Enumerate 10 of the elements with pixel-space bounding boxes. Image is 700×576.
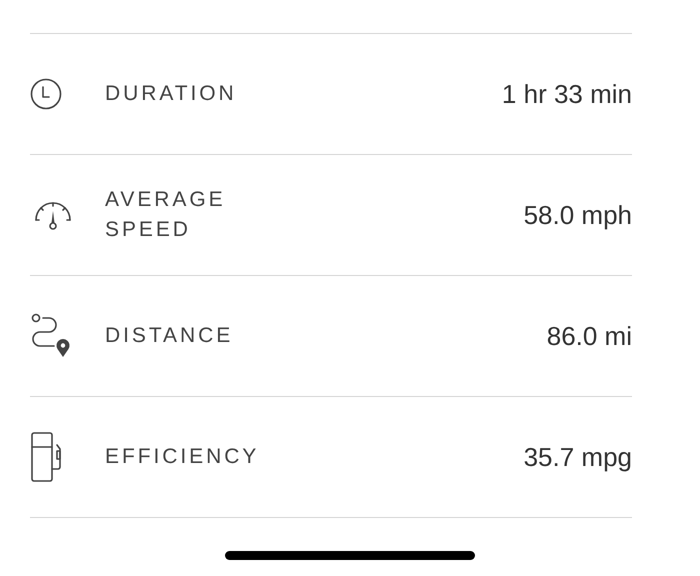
stat-label: DURATION (105, 81, 237, 107)
stat-label: AVERAGE SPEED (105, 187, 227, 243)
fuel-pump-icon (30, 431, 64, 483)
stat-label: DISTANCE (105, 323, 234, 349)
clock-icon (30, 78, 62, 110)
stat-value: 1 hr 33 min (502, 78, 632, 110)
stat-label: EFFICIENCY (105, 444, 260, 470)
stat-value: 86.0 mi (546, 320, 632, 352)
stat-value: 58.0 mph (524, 198, 632, 232)
stat-value: 35.7 mpg (524, 440, 632, 474)
